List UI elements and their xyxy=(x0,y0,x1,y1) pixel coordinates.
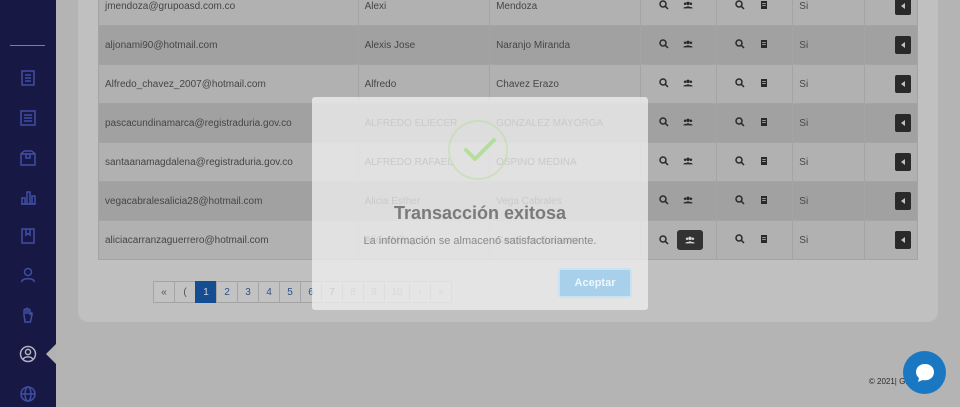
modal-title: Transacción exitosa xyxy=(393,203,567,223)
accept-button[interactable]: Aceptar xyxy=(558,268,632,298)
chat-button[interactable] xyxy=(903,351,946,394)
modal-message: La información se almacenó satisfactoria… xyxy=(363,235,597,247)
chat-bubble-icon xyxy=(915,363,934,382)
success-modal: Transacción exitosa La información se al… xyxy=(312,97,648,310)
success-check-icon xyxy=(448,120,508,180)
